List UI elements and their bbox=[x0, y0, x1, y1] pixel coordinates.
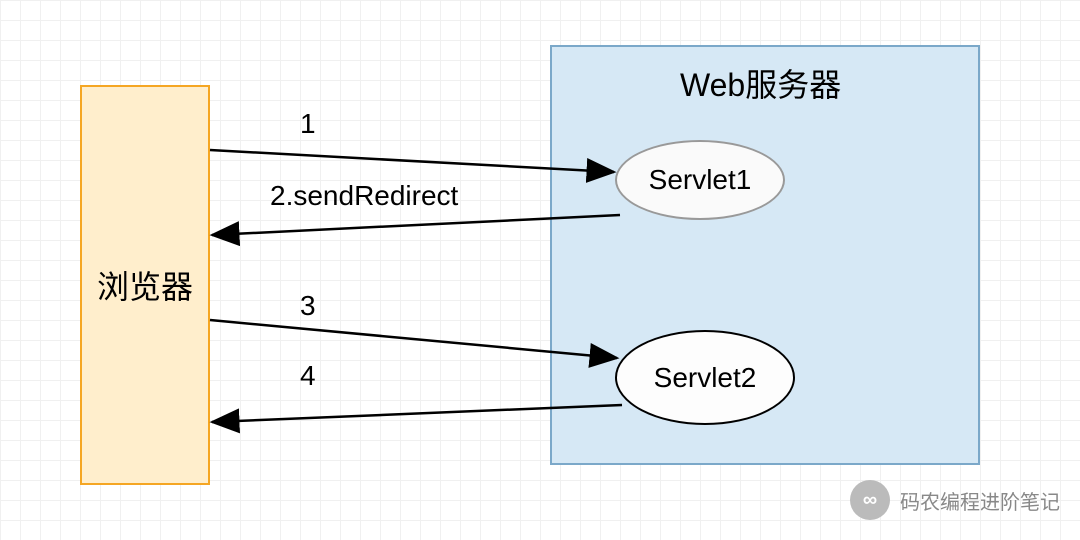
arrow-3-label: 3 bbox=[300, 290, 316, 322]
browser-box: 浏览器 bbox=[80, 85, 210, 485]
watermark-text: 码农编程进阶笔记 bbox=[900, 486, 1060, 515]
servlet1-node: Servlet1 bbox=[615, 140, 785, 220]
watermark: ∞ 码农编程进阶笔记 bbox=[850, 480, 1060, 520]
servlet2-label: Servlet2 bbox=[654, 362, 757, 394]
web-server-title: Web服务器 bbox=[680, 60, 841, 106]
servlet1-label: Servlet1 bbox=[649, 164, 752, 196]
browser-label: 浏览器 bbox=[97, 262, 193, 308]
arrow-1-label: 1 bbox=[300, 108, 316, 140]
arrow-4-label: 4 bbox=[300, 360, 316, 392]
watermark-icon: ∞ bbox=[850, 480, 890, 520]
servlet2-node: Servlet2 bbox=[615, 330, 795, 425]
arrow-2-label: 2.sendRedirect bbox=[270, 180, 458, 212]
diagram-canvas: 浏览器 Web服务器 Servlet1 Servlet2 1 2.sendRed… bbox=[0, 0, 1080, 540]
